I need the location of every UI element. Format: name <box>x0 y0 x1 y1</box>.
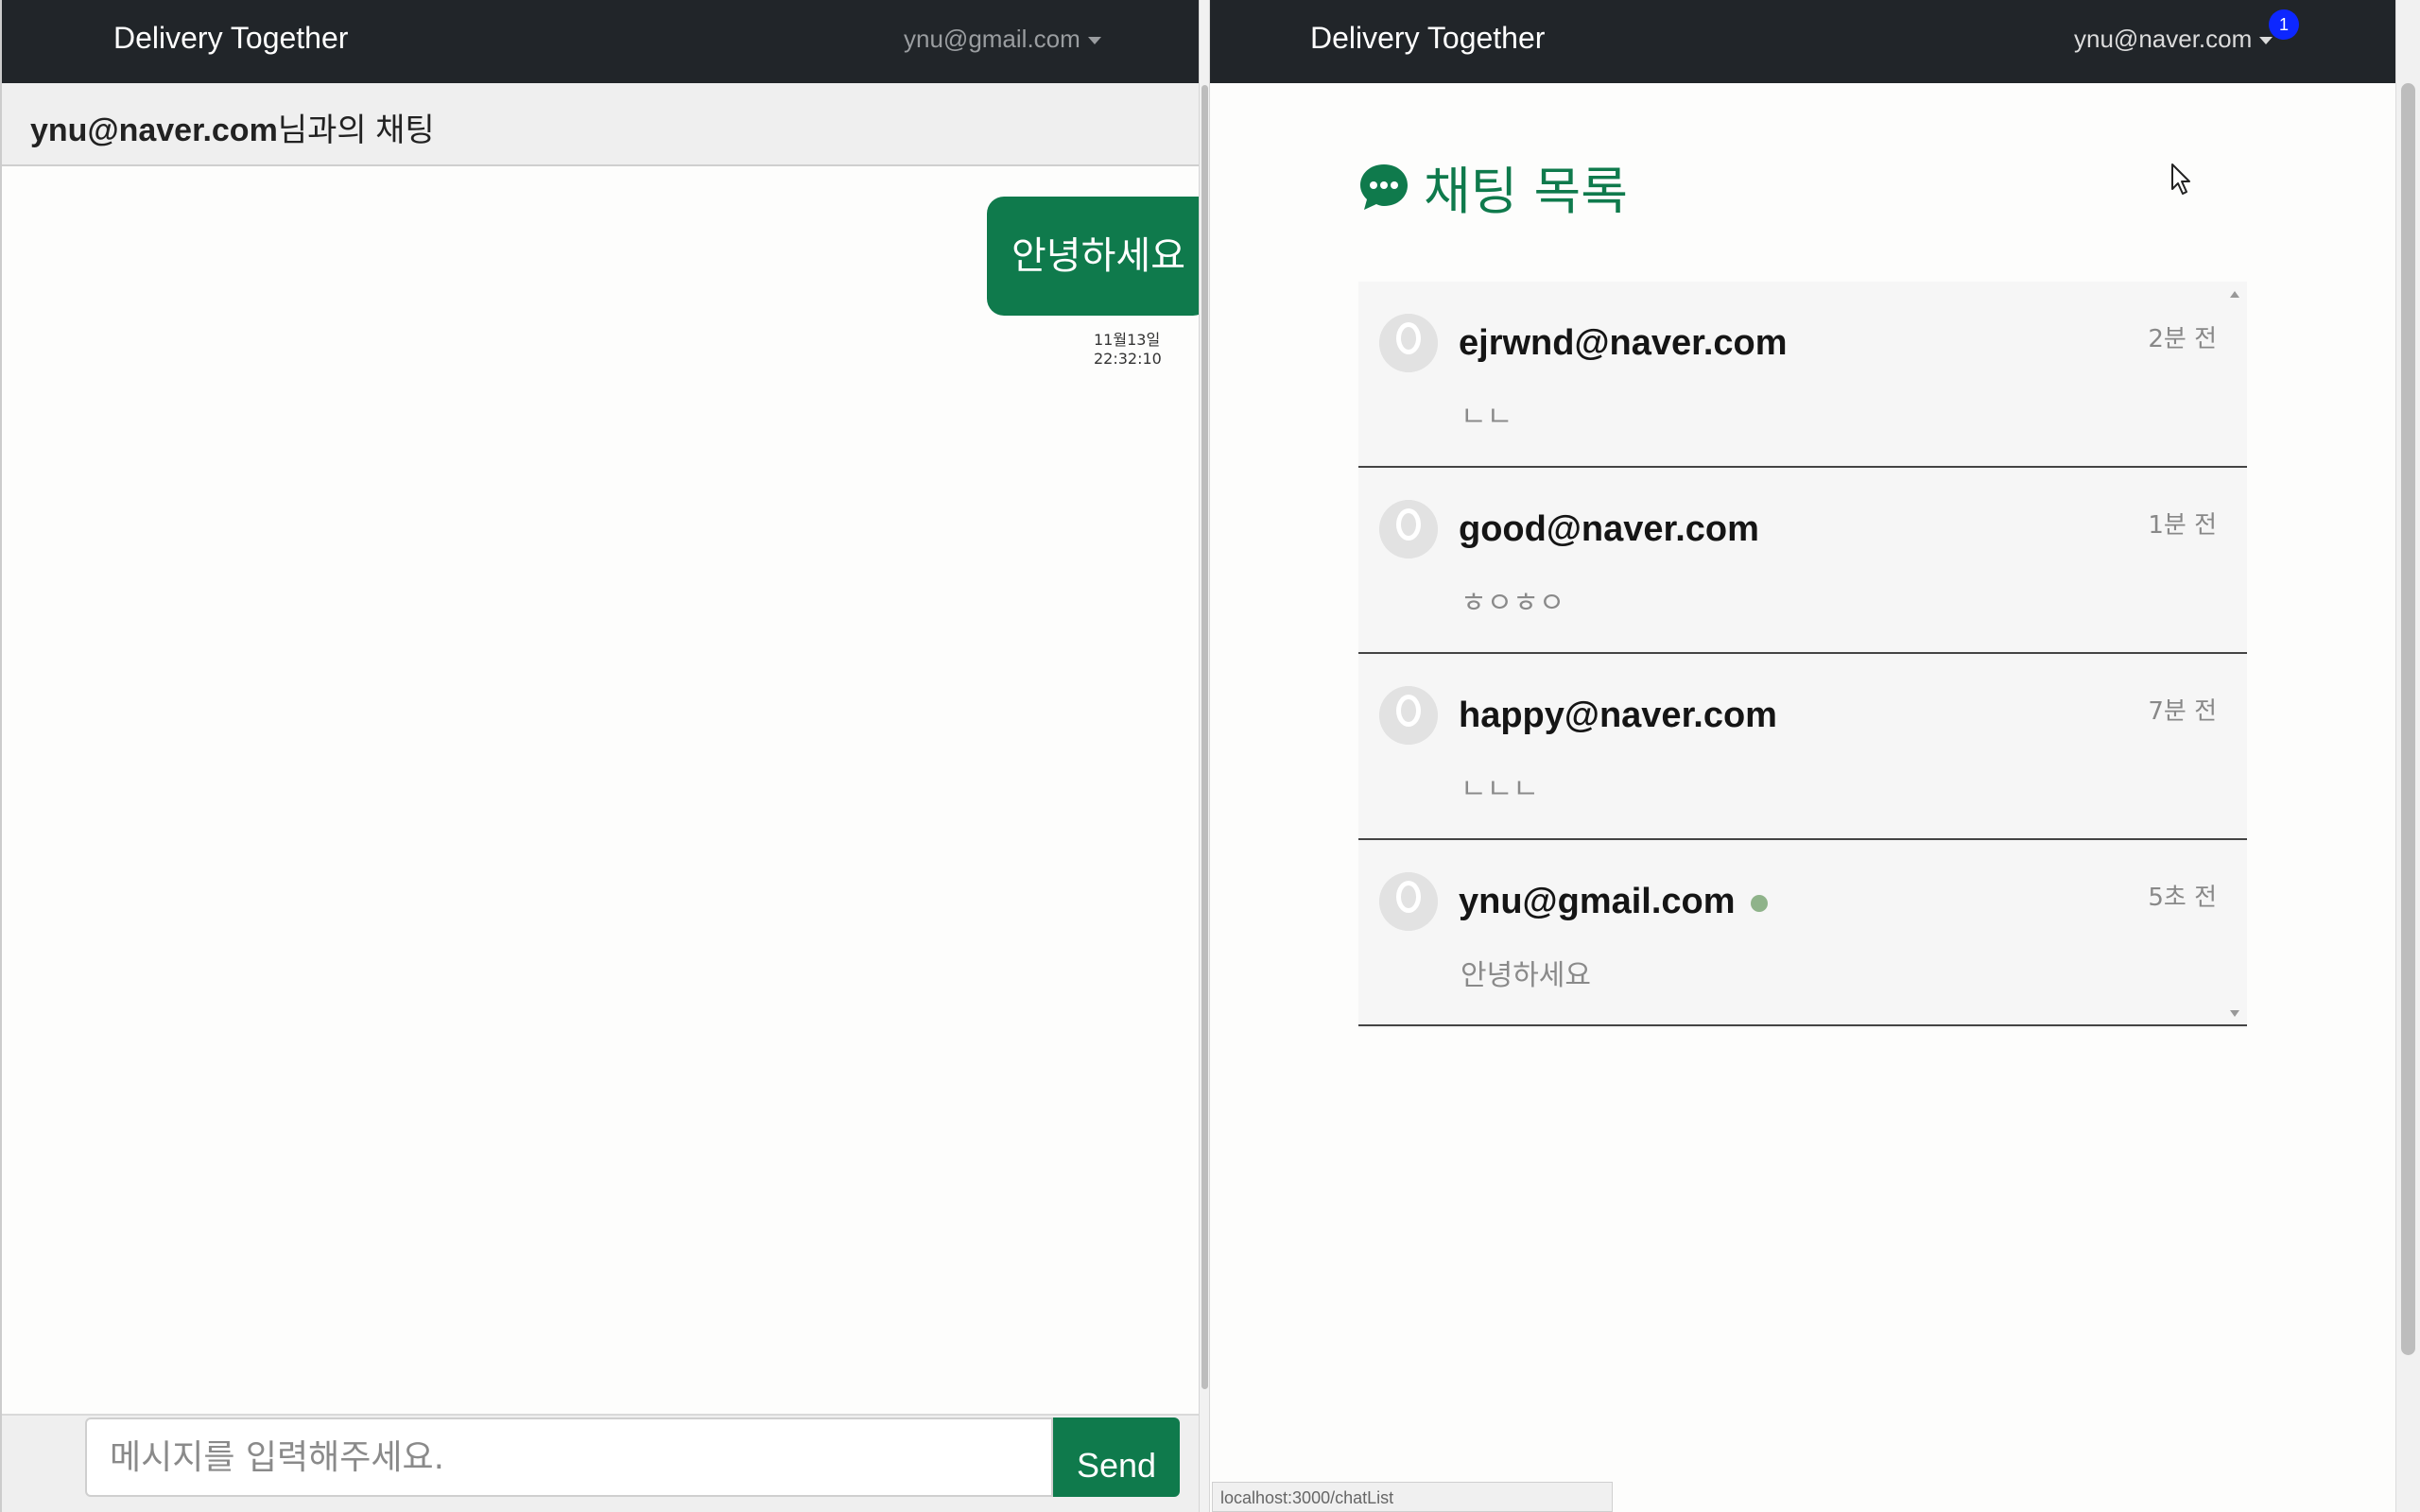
user-menu-dropdown[interactable]: ynu@naver.com <box>2074 25 2273 54</box>
brand-link[interactable]: Delivery Together <box>113 21 348 56</box>
left-window-scrollbar[interactable] <box>1199 0 1210 1512</box>
chat-list-title-text: 채팅 목록 <box>1424 162 1628 221</box>
chat-item-last-message: ㅎㅇㅎㅇ <box>1461 587 1565 620</box>
chat-item-email: happy@naver.com <box>1459 696 1777 735</box>
chat-list-item[interactable]: ynu@gmail.com 5초 전 안녕하세요 <box>1358 840 2247 1026</box>
chat-header: ynu@naver.com님과의 채팅 <box>2 83 1201 166</box>
chat-list-item[interactable]: ejrwnd@naver.com 2분 전 ㄴㄴ <box>1358 282 2247 468</box>
message-bubble: 안녕하세요 <box>987 197 1208 316</box>
message-timestamp: 11월13일 22:32:10 <box>1094 331 1162 368</box>
avatar-icon <box>1379 872 1438 931</box>
navbar: Delivery Together ynu@gmail.com <box>2 0 1208 83</box>
online-status-dot <box>1750 894 1768 912</box>
user-menu-dropdown[interactable]: ynu@gmail.com <box>904 25 1101 54</box>
chat-item-time: 7분 전 <box>2148 697 2217 726</box>
chat-item-email: ejrwnd@naver.com <box>1459 323 1788 363</box>
avatar-icon <box>1379 500 1438 558</box>
chat-list-item[interactable]: happy@naver.com 7분 전 ㄴㄴㄴ <box>1358 654 2247 840</box>
avatar-icon <box>1379 686 1438 745</box>
message-input[interactable] <box>85 1418 1053 1497</box>
chat-list: ejrwnd@naver.com 2분 전 ㄴㄴ good@naver.com … <box>1358 282 2247 1028</box>
chat-item-email: good@naver.com <box>1459 509 1759 549</box>
chat-item-email-wrap: ynu@gmail.com <box>1459 882 1768 922</box>
chat-partner-email: ynu@naver.com <box>30 112 278 148</box>
chat-bubble-icon <box>1360 163 1408 210</box>
notification-badge[interactable]: 1 <box>2269 9 2299 40</box>
chat-item-time: 5초 전 <box>2148 884 2217 912</box>
avatar-icon <box>1379 314 1438 372</box>
scrollbar-thumb[interactable] <box>1201 85 1208 1389</box>
chat-title: ynu@naver.com님과의 채팅 <box>30 104 435 150</box>
chat-item-time: 2분 전 <box>2148 325 2217 353</box>
chat-item-time: 1분 전 <box>2148 511 2217 540</box>
chevron-down-icon <box>1087 37 1101 45</box>
scroll-up-icon[interactable] <box>2230 291 2239 298</box>
status-bar-url: localhost:3000/chatList <box>1212 1482 1613 1512</box>
chat-title-suffix: 님과의 채팅 <box>277 112 435 148</box>
chat-item-email: ynu@gmail.com <box>1459 882 1736 921</box>
chevron-down-icon <box>2259 37 2273 45</box>
chat-list-item[interactable]: good@naver.com 1분 전 ㅎㅇㅎㅇ <box>1358 468 2247 654</box>
scrollbar-thumb[interactable] <box>2401 83 2415 1355</box>
cursor-icon <box>2171 163 2190 195</box>
chat-item-last-message: ㄴㄴㄴ <box>1461 773 1539 806</box>
chat-item-last-message: 안녕하세요 <box>1461 959 1591 992</box>
send-button[interactable]: Send <box>1053 1418 1180 1497</box>
user-email: ynu@naver.com <box>2074 25 2253 53</box>
chat-list-title: 채팅 목록 <box>1357 149 1628 224</box>
user-email: ynu@gmail.com <box>904 25 1080 53</box>
scroll-down-icon[interactable] <box>2230 1010 2239 1017</box>
navbar: Delivery Together ynu@naver.com <box>1210 0 2420 83</box>
chat-room-window: Delivery Together ynu@gmail.com ynu@nave… <box>0 0 1208 1512</box>
page-scrollbar[interactable] <box>2395 0 2420 1512</box>
chat-item-last-message: ㄴㄴ <box>1461 401 1513 434</box>
brand-link[interactable]: Delivery Together <box>1310 21 1545 56</box>
chat-list-scrollbar[interactable] <box>2224 284 2245 1026</box>
